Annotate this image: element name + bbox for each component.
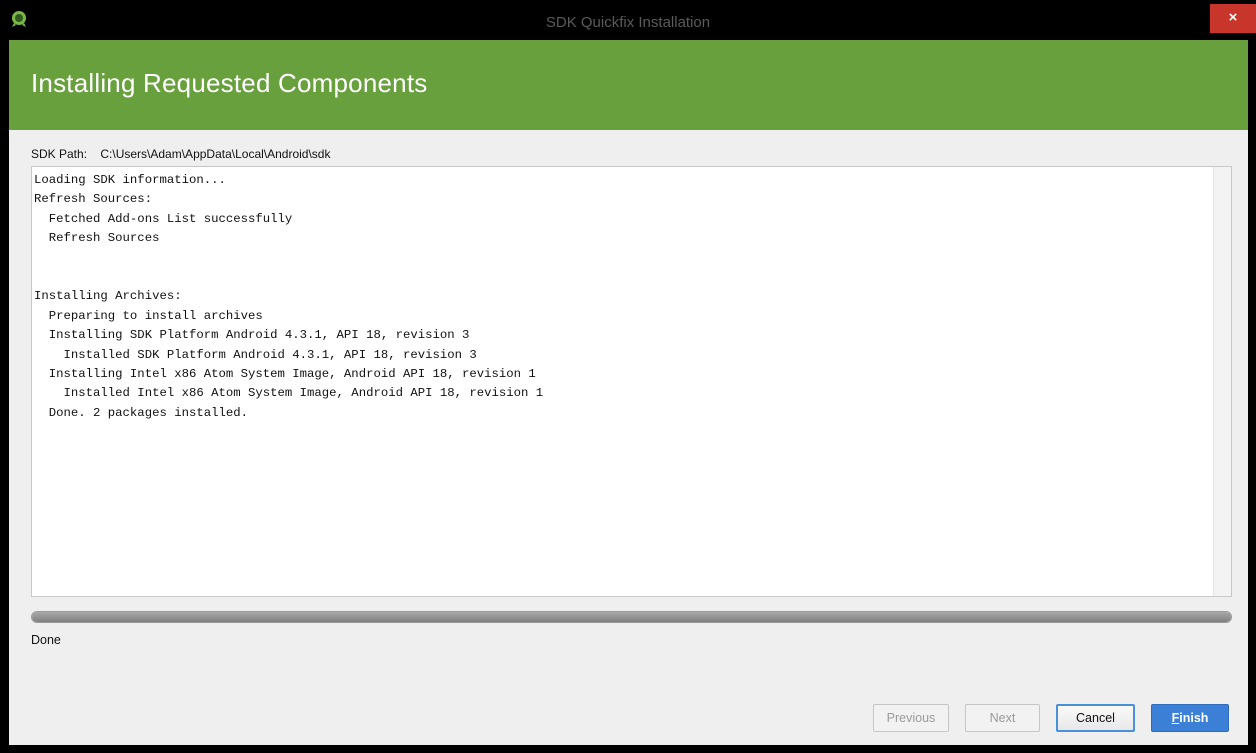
log-line: Installing SDK Platform Android 4.3.1, A… <box>34 328 470 343</box>
header-banner: Installing Requested Components <box>9 40 1248 130</box>
close-icon: × <box>1228 9 1238 26</box>
page-title: Installing Requested Components <box>31 68 428 98</box>
log-lines: Loading SDK information... Refresh Sourc… <box>34 171 543 423</box>
log-line: Fetched Add-ons List successfully <box>34 211 293 226</box>
log-scrollbar[interactable] <box>1213 167 1231 596</box>
cancel-button[interactable]: Cancel <box>1056 704 1135 732</box>
log-line: Installed SDK Platform Android 4.3.1, AP… <box>34 347 477 362</box>
log-line: Refresh Sources: <box>34 192 153 207</box>
close-button[interactable]: × <box>1210 4 1256 33</box>
progress-bar <box>31 611 1232 623</box>
log-line: Installed Intel x86 Atom System Image, A… <box>34 386 544 401</box>
title-bar: SDK Quickfix Installation × <box>0 0 1256 40</box>
log-line: Done. 2 packages installed. <box>34 405 249 420</box>
finish-button[interactable]: Finish <box>1151 704 1229 732</box>
previous-button[interactable]: Previous <box>873 704 949 732</box>
log-line: Preparing to install archives <box>34 308 263 323</box>
window-title: SDK Quickfix Installation <box>545 14 711 31</box>
installer-window: SDK Quickfix Installation × Installing R… <box>0 0 1256 753</box>
progress-bar-fill <box>32 612 1231 622</box>
finish-button-rest: inish <box>1179 711 1209 725</box>
install-log[interactable]: Loading SDK information... Refresh Sourc… <box>31 166 1232 597</box>
status-text: Done <box>31 633 61 647</box>
log-line: Installing Archives: <box>34 289 182 304</box>
dialog-body: Installing Requested Components SDK Path… <box>9 40 1248 745</box>
log-line: Loading SDK information... <box>34 173 226 187</box>
sdk-path-value: C:\Users\Adam\AppData\Local\Android\sdk <box>100 147 331 161</box>
log-line: Refresh Sources <box>34 231 160 246</box>
log-line: Installing Intel x86 Atom System Image, … <box>34 366 536 381</box>
sdk-path-label: SDK Path: <box>31 147 88 161</box>
next-button[interactable]: Next <box>965 704 1040 732</box>
sdk-path-row: SDK Path: C:\Users\Adam\AppData\Local\An… <box>31 147 330 161</box>
